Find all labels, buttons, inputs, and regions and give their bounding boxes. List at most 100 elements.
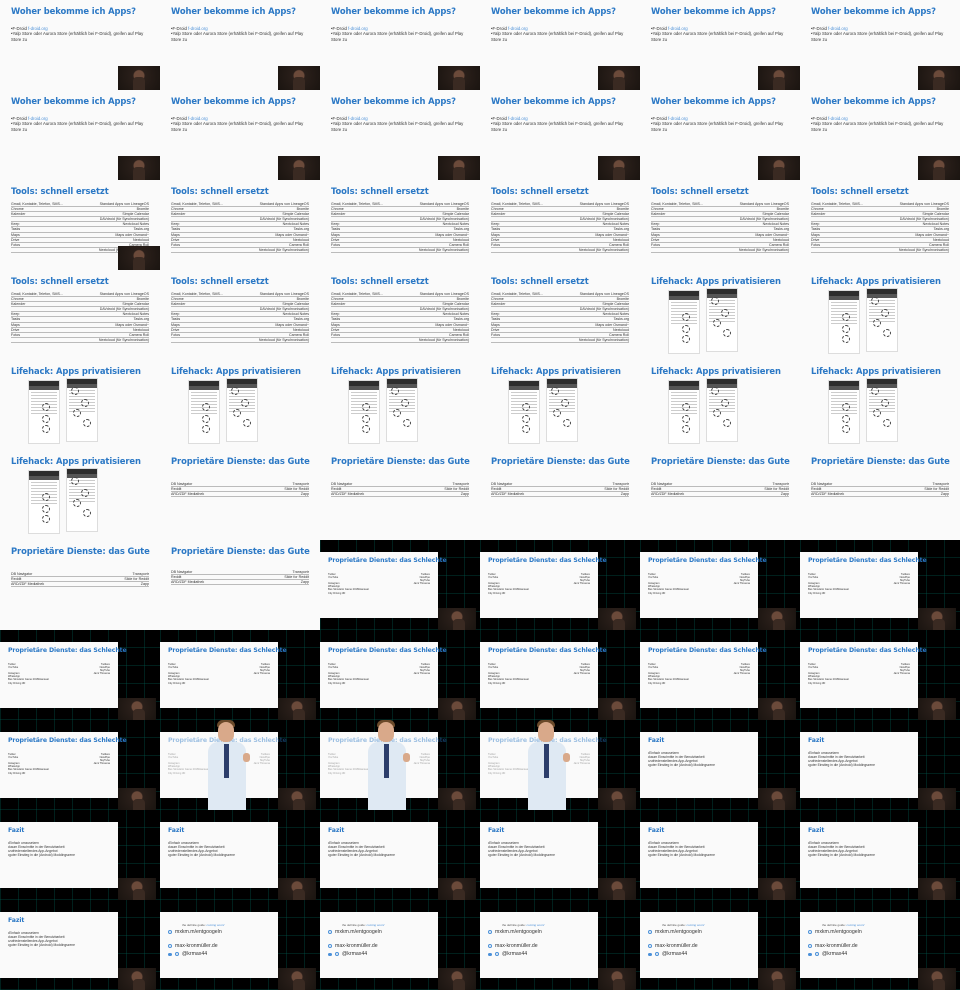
cell-left: Kalender: [331, 212, 346, 217]
permission-icon: [42, 425, 50, 433]
guide-label: the definite guide: coming soon!: [342, 923, 430, 927]
bullet-list: •F-Droid f-droid.org •Yalp Store oder Aur…: [11, 26, 149, 42]
cell-right: Nextcloud (für Synchronisation): [578, 337, 629, 342]
pointing-man-image: [524, 720, 570, 810]
at-icon: [815, 952, 819, 956]
slide: Proprietäre Dienste: das Gute DB Navigato…: [160, 540, 320, 630]
slide: Tools: schnell ersetzt Gmail, Kontakte, T…: [800, 180, 960, 270]
cell-right: Standard Apps von LineageOS: [739, 202, 789, 206]
slide-thumbnail: Fazit •Einfach umzusetzen •kaum Einschnitt…: [160, 810, 320, 900]
cell-left: Maps: [491, 232, 500, 237]
cell-right: Nextcloud: [293, 327, 309, 332]
permission-icon: [522, 403, 530, 411]
speaker-camera: [438, 968, 476, 990]
bullet-item: •guter Einstieg in die (Android) Modding…: [8, 853, 75, 858]
cell-left: City Driving 3D: [488, 681, 506, 685]
slide: Lifehack: Apps privatisieren: [640, 360, 800, 450]
slide-title: Lifehack: Apps privatisieren: [811, 276, 941, 286]
bullet-text: •F-Droid: [651, 116, 669, 121]
bullet-item: •Yalp Store oder Aurora Store (erhältlic…: [651, 31, 784, 42]
bullet-item: •guter Einstieg in die (Android) Modding…: [808, 853, 875, 858]
permission-icon: [83, 419, 91, 427]
services-table: Twitter Twidere YouTube NewPipe SkyTube Insta…: [808, 573, 910, 595]
bullet-list: •F-Droid f-droid.org •Yalp Store oder Aur…: [491, 116, 629, 132]
bullet-link: f-droid.org: [828, 116, 848, 121]
phone-line: [831, 392, 857, 393]
table-row: City Driving 3D: [488, 682, 590, 685]
slide: Proprietäre Dienste: das Schlechte Twitte…: [160, 642, 287, 708]
bullet-list: •F-Droid f-droid.org •Yalp Store oder Aur…: [651, 26, 789, 42]
handle-text: @krmax44: [182, 951, 208, 957]
guide-url-text: mxkm.m/entgoogeln: [495, 929, 542, 935]
guide-note: coming soon!: [686, 923, 705, 927]
services-table: DB Navigator Transportr Reddit Slide for Re…: [11, 572, 149, 588]
slide-title: Lifehack: Apps privatisieren: [651, 276, 781, 286]
speaker-camera: [598, 608, 636, 630]
bullet-list: •Einfach umzusetzen •kaum Einschnitte in …: [8, 931, 110, 947]
phone-line: [511, 401, 537, 402]
speaker-camera: [438, 66, 480, 90]
website: max-kronmüller.de: [648, 943, 750, 949]
cell-left: YouTube: [808, 576, 819, 580]
person-head: [538, 722, 554, 742]
slide-title: Lifehack: Apps privatisieren: [331, 366, 461, 376]
phone-tabbar: [29, 386, 59, 390]
contact-info: the definite guide: coming soon! mxkm.m/e…: [648, 923, 750, 957]
speaker-camera: [118, 66, 160, 90]
permission-icon: [393, 409, 401, 417]
cell-left: YouTube: [648, 576, 659, 580]
phone-line: [389, 396, 415, 397]
bullet-list: •F-Droid f-droid.org •Yalp Store oder Aur…: [811, 116, 949, 132]
cell-right: Camera Roll: [769, 242, 789, 247]
slide-title: Proprietäre Dienste: das Gute: [11, 546, 150, 556]
speaker-camera: [118, 698, 156, 720]
permission-icon: [682, 425, 690, 433]
cell-left: Kalender: [491, 302, 506, 307]
table-row: ARD/ZDF Mediathek Zapp: [651, 492, 789, 498]
cell-left: City Driving 3D: [328, 771, 346, 775]
guide-label: the definite guide: coming soon!: [822, 923, 910, 927]
speaker-camera: [278, 788, 316, 810]
phone-tabbar: [829, 296, 859, 300]
cell-right: Jami Threema: [413, 762, 430, 766]
services-table: Twitter Twidere YouTube NewPipe SkyTube Insta…: [328, 573, 430, 595]
cell-right: Standard Apps von LineageOS: [419, 202, 469, 206]
cell-left: Chrome: [11, 207, 24, 212]
globe-icon: [808, 944, 812, 948]
slide-title: Tools: schnell ersetzt: [171, 186, 269, 196]
cell-left: Tasks: [171, 227, 181, 232]
slide-thumbnail: Lifehack: Apps privatisieren: [800, 360, 960, 450]
cell-left: Drive: [171, 237, 180, 242]
phone-line: [511, 392, 537, 393]
phone-screenshot: [386, 378, 418, 442]
website: max-kronmüller.de: [488, 943, 590, 949]
cell-left: City Driving 3D: [168, 681, 186, 685]
slide-thumbnail: Tools: schnell ersetzt Gmail, Kontakte, T…: [480, 180, 640, 270]
cell-right: Maps oder Osmand~: [115, 322, 149, 327]
person-hand: [243, 753, 250, 762]
phone-screenshot: [66, 378, 98, 442]
table-row: ARD/ZDF Mediathek Zapp: [171, 492, 309, 498]
cell-right: Nextcloud Notes: [762, 222, 789, 227]
cell-right: Simple Calendar: [282, 302, 309, 307]
slide-thumbnail: Tools: schnell ersetzt Gmail, Kontakte, T…: [160, 180, 320, 270]
cell-right: Zapp: [940, 492, 949, 497]
contact-info: the definite guide: coming soon! mxkm.m/e…: [168, 923, 270, 957]
guide-url-text: mxkm.m/entgoogeln: [175, 929, 222, 935]
phone-line: [671, 398, 697, 399]
slide-title: Tools: schnell ersetzt: [491, 186, 589, 196]
slide-thumbnail: Lifehack: Apps privatisieren: [800, 270, 960, 360]
cell-left: Keep: [491, 312, 500, 317]
cell-right: Maps oder Osmand~: [275, 322, 309, 327]
speaker-camera: [278, 698, 316, 720]
cell-left: Gmail, Kontakte, Telefon, SMS…: [11, 292, 64, 296]
cell-left: YouTube: [168, 666, 179, 670]
cell-right: Tasks.org: [293, 317, 309, 322]
table-row: Nextcloud (für Synchronisation): [331, 338, 469, 343]
phone-line: [671, 302, 697, 303]
cell-left: City Driving 3D: [808, 681, 826, 685]
guide-prefix: the definite guide:: [662, 923, 686, 927]
cell-left: Fotos: [171, 332, 180, 337]
phone-line: [511, 413, 537, 414]
thumbnail-grid: Woher bekomme ich Apps? •F-Droid f-droid.…: [0, 0, 960, 990]
